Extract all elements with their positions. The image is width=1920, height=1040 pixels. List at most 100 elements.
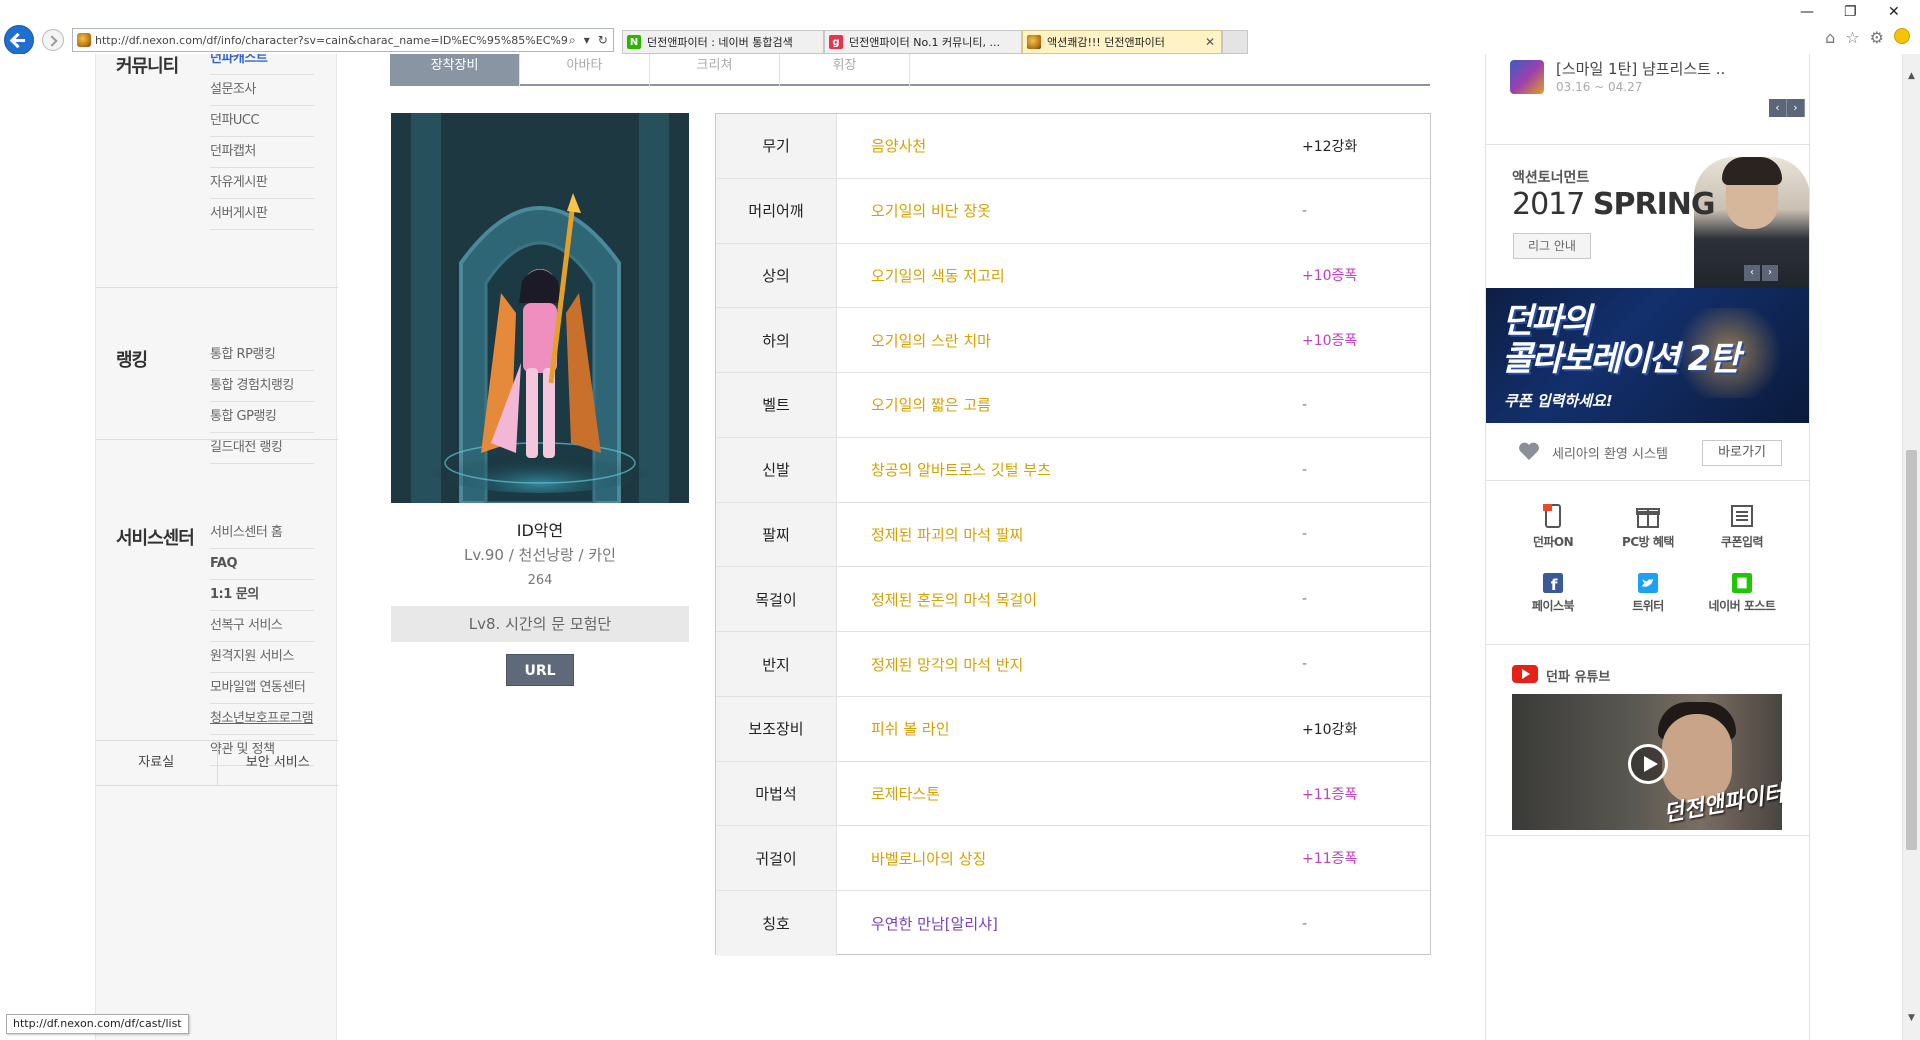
naver-post-icon: [1732, 573, 1752, 593]
tab-equipment[interactable]: 장착장비: [390, 54, 520, 86]
settings-gear-icon[interactable]: ⚙: [1870, 28, 1884, 47]
url-button[interactable]: URL: [506, 654, 574, 686]
equipment-item-name[interactable]: 오기일의 색동 저고리: [871, 244, 1005, 308]
coupon-list-icon: [1731, 505, 1753, 527]
prev-arrow-icon[interactable]: ‹: [1744, 265, 1760, 281]
new-tab-button[interactable]: [1222, 30, 1248, 54]
browser-tab-ruliweb[interactable]: g 던전앤파이터 No.1 커뮤니티, ...: [824, 30, 1022, 54]
close-window-icon[interactable]: ✕: [1888, 4, 1900, 20]
equipment-slot-label: 하의: [716, 308, 837, 373]
tab-close-icon[interactable]: ✕: [1205, 35, 1215, 49]
tab-creature[interactable]: 크리쳐: [650, 54, 780, 86]
forward-arrow-icon[interactable]: [42, 29, 64, 51]
nav-item-remote-support[interactable]: 원격지원 서비스: [210, 642, 314, 673]
browser-chrome: http://df.nexon.com/df/info/character?sv…: [0, 0, 1920, 55]
collaboration-banner[interactable]: 던파의 콜라보레이션 2탄 쿠폰 입력하세요!: [1486, 288, 1809, 423]
event-title[interactable]: [스마일 1탄] 냠프리스트 ..: [1556, 58, 1725, 79]
page-content: 커뮤니티 던파캐스트 설문조사 던파UCC 던파캡처 자유게시판 서버게시판 랭…: [0, 54, 1902, 1040]
nav-item-inquiry[interactable]: 1:1 문의: [210, 580, 314, 611]
nav-item-capture[interactable]: 던파캡처: [210, 137, 314, 168]
equipment-row: 무기 음양사천 +12강화: [716, 114, 1430, 179]
equipment-item-name[interactable]: 로제타스톤: [871, 762, 940, 826]
browser-tab-naver[interactable]: N 던전앤파이터 : 네이버 통합검색: [622, 30, 824, 54]
banner-title-line1: 던파의: [1502, 301, 1592, 341]
equipment-slot-label: 상의: [716, 243, 837, 308]
character-tabs: 장착장비 아바타 크리쳐 휘장: [390, 54, 1430, 86]
nav-item-server-board[interactable]: 서버게시판: [210, 199, 314, 230]
address-bar[interactable]: http://df.nexon.com/df/info/character?sv…: [72, 28, 614, 52]
nav-item-mobile-app[interactable]: 모바일앱 연동센터: [210, 673, 314, 704]
home-icon[interactable]: ⌂: [1825, 28, 1835, 47]
quick-link-dnfon[interactable]: 던파ON: [1513, 503, 1593, 550]
quick-link-twitter[interactable]: 트위터: [1608, 573, 1688, 614]
nav-item-service-home[interactable]: 서비스센터 홈: [210, 518, 314, 549]
equipment-item-name[interactable]: 정제된 파괴의 마석 팔찌: [871, 503, 1023, 567]
scrollbar-thumb[interactable]: [1906, 450, 1917, 850]
back-arrow-icon[interactable]: [4, 25, 34, 55]
browser-tab-dnf-active[interactable]: 액션쾌감!!! 던전앤파이터 ✕: [1022, 30, 1222, 54]
nav-item-free-board[interactable]: 자유게시판: [210, 168, 314, 199]
equipment-enhance-level: +10증폭: [1302, 268, 1358, 285]
nav-item-ucc[interactable]: 던파UCC: [210, 106, 314, 137]
youtube-icon: [1512, 665, 1538, 683]
equipment-item-name[interactable]: 정제된 혼돈의 마석 목걸이: [871, 567, 1037, 631]
prev-arrow-icon[interactable]: ‹: [1769, 99, 1787, 117]
heart-icon: [1519, 442, 1539, 460]
nav-item-faq[interactable]: FAQ: [210, 549, 314, 580]
restore-icon[interactable]: ❐: [1844, 4, 1857, 20]
equipment-item-name[interactable]: 오기일의 비단 장옷: [871, 179, 991, 243]
archive-link[interactable]: 자료실: [96, 741, 218, 785]
equipment-slot-label: 마법석: [716, 761, 837, 826]
nav-item-recovery[interactable]: 선복구 서비스: [210, 611, 314, 642]
equipment-row: 반지 정제된 망각의 마석 반지 -: [716, 632, 1430, 697]
search-icon[interactable]: ⌕: [569, 33, 576, 48]
nav-item-gp-ranking[interactable]: 통합 GP랭킹: [210, 402, 314, 433]
equipment-item-name[interactable]: 오기일의 짧은 고름: [871, 373, 991, 437]
equipment-enhance-level: -: [1302, 656, 1308, 673]
equipment-item-name[interactable]: 오기일의 스란 치마: [871, 308, 991, 372]
equipment-item-name[interactable]: 바벨로니아의 상징: [871, 826, 986, 890]
quick-link-facebook[interactable]: f 페이스북: [1513, 573, 1593, 614]
next-arrow-icon[interactable]: ›: [1762, 265, 1778, 281]
event-item[interactable]: [스마일 1탄] 냠프리스트 .. 03.16 ~ 04.27 ‹ ›: [1510, 54, 1805, 118]
seria-go-button[interactable]: 바로가기: [1702, 440, 1782, 466]
chevron-down-icon[interactable]: ▾: [584, 33, 590, 48]
character-portrait-image: [391, 113, 689, 503]
play-icon[interactable]: [1628, 744, 1668, 784]
refresh-icon[interactable]: ↻: [598, 33, 608, 48]
equipment-slot-label: 신발: [716, 437, 837, 502]
favorites-star-icon[interactable]: ☆: [1845, 28, 1859, 47]
nav-item-youth-protection[interactable]: 청소년보호프로그램: [210, 704, 314, 735]
youtube-video-thumbnail[interactable]: 던전앤파이터 파이팅!!: [1512, 694, 1782, 830]
nav-item-rp-ranking[interactable]: 통합 RP랭킹: [210, 340, 314, 371]
equipment-item-name[interactable]: 우연한 만남[알리샤]: [871, 891, 998, 956]
quick-link-naver-post[interactable]: 네이버 포스트: [1702, 573, 1782, 614]
equipment-item-name[interactable]: 음양사천: [871, 114, 926, 178]
equipment-item-name[interactable]: 피쉬 볼 라인: [871, 697, 950, 761]
event-pager: ‹ ›: [1769, 99, 1805, 117]
scroll-down-arrow-icon[interactable]: ▼: [1903, 1010, 1920, 1027]
equipment-item-name[interactable]: 정제된 망각의 마석 반지: [871, 632, 1023, 696]
tab-avatar[interactable]: 아바타: [520, 54, 650, 86]
minimize-icon[interactable]: —: [1800, 4, 1814, 20]
page-scrollbar[interactable]: ▲ ▼: [1902, 54, 1920, 1040]
next-arrow-icon[interactable]: ›: [1787, 99, 1805, 117]
address-url[interactable]: http://df.nexon.com/df/info/character?sv…: [95, 34, 567, 47]
feedback-smiley-icon[interactable]: [1894, 28, 1910, 44]
nav-item-survey[interactable]: 설문조사: [210, 75, 314, 106]
youtube-title[interactable]: 던파 유튜브: [1546, 666, 1610, 685]
tab-emblem[interactable]: 휘장: [780, 54, 910, 86]
quick-link-pcbang[interactable]: PC방 혜택: [1608, 503, 1688, 550]
nav-item-exp-ranking[interactable]: 통합 경험치랭킹: [210, 371, 314, 402]
security-service-link[interactable]: 보안 서비스: [218, 741, 339, 785]
nav-item-dnfcast[interactable]: 던파캐스트: [210, 54, 314, 75]
character-level-class-server: Lv.90 / 천선낭랑 / 카인: [464, 546, 616, 564]
right-sidebar: [스마일 1탄] 냠프리스트 .. 03.16 ~ 04.27 ‹ › 액션토너…: [1485, 54, 1810, 1040]
equipment-item-name[interactable]: 창공의 알바트로스 깃털 부츠: [871, 438, 1051, 502]
equipment-enhance-level: +12강화: [1302, 138, 1358, 155]
left-sidebar-nav: 커뮤니티 던파캐스트 설문조사 던파UCC 던파캡처 자유게시판 서버게시판 랭…: [95, 54, 339, 1040]
league-guide-button[interactable]: 리그 안내: [1513, 233, 1591, 259]
league-banner[interactable]: 액션토너먼트 2017 SPRING 리그 안내 ‹ ›: [1486, 144, 1809, 288]
quick-link-coupon[interactable]: 쿠폰입력: [1702, 503, 1782, 550]
scroll-up-arrow-icon[interactable]: ▲: [1903, 68, 1920, 85]
